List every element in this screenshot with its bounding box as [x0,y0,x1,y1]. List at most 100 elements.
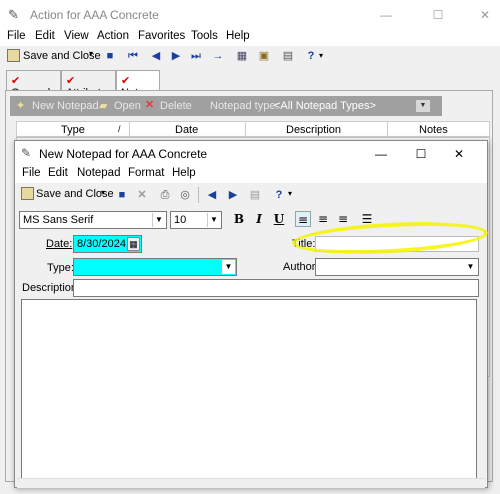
sort-indicator-icon: / [118,124,121,134]
outer-toolbar: Save and Close ▾ ■ ⏮ ◀ ▶ ⏭ → ▦ ▣ ▤ ? ▾ [0,46,500,68]
maximize-button[interactable]: ☐ [431,8,445,22]
font-size-select[interactable]: 10 ▼ [170,211,222,229]
notepad-body-textarea[interactable] [21,299,477,481]
save-close-icon [21,187,34,200]
menu-view[interactable]: View [64,30,89,42]
delete-icon: ✕ [145,99,155,111]
column-notes[interactable]: Notes [419,124,448,136]
help-icon[interactable]: ? [271,187,287,203]
date-label: Date: [46,238,73,250]
menu-tools[interactable]: Tools [191,30,218,42]
align-center-icon[interactable]: ≡ [315,211,331,227]
tab-attributes[interactable]: ✔ Attributes [61,70,116,99]
delete-button[interactable]: Delete [160,100,192,112]
picture-icon[interactable]: ▣ [256,48,272,64]
column-type[interactable]: Type [61,124,85,136]
save-close-icon [7,49,20,62]
minimize-button[interactable]: — [379,8,393,22]
calendar-picker-icon[interactable]: ▦ [127,237,140,251]
chevron-down-icon[interactable]: ▾ [101,188,105,197]
menu-edit[interactable]: Edit [35,30,55,42]
dialog-menu-notepad[interactable]: Notepad [77,167,120,179]
dialog-menu-help[interactable]: Help [172,167,196,179]
italic-button[interactable]: I [251,211,267,227]
description-label: Description: [22,282,81,294]
dialog-title: New Notepad for AAA Concrete [39,147,208,161]
properties-icon[interactable]: ▤ [280,48,296,64]
print-preview-icon[interactable]: ◎ [177,187,193,203]
outer-menu-bar: File Edit View Action Favorites Tools He… [0,30,500,46]
open-folder-icon: ▰ [99,100,108,112]
author-label: Author: [283,261,319,273]
dialog-toolbar: Save and Close ▾ ■ ✕ ⎙ ◎ ◀ ▶ ▤ ? ▾ [15,183,487,207]
help-icon[interactable]: ? [303,48,319,64]
dialog-menu-bar: File Edit Notepad Format Help [15,167,487,183]
dialog-close-button[interactable]: ✕ [452,147,466,161]
save-icon[interactable]: ■ [114,187,130,203]
first-record-icon[interactable]: ⏮ [125,48,141,64]
outer-tabs: ✔ General ✔ Attributes ✔ Notes [0,68,500,99]
align-left-icon[interactable]: ≡ [295,211,311,227]
dialog-maximize-button[interactable]: ☐ [414,147,428,161]
column-date[interactable]: Date [175,124,198,136]
notepad-type-label: Notepad type: [210,100,279,112]
dialog-minimize-button[interactable]: — [374,147,388,161]
bold-button[interactable]: B [231,211,247,227]
chevron-down-icon[interactable]: ▾ [89,49,93,58]
dialog-menu-file[interactable]: File [22,167,41,179]
notepad-icon: ✎ [21,146,32,160]
notepad-toolbar: ✦ New Notepad ▰ Open ✕ Delete Notepad ty… [10,96,442,116]
next-icon[interactable]: ▶ [225,187,241,203]
chevron-down-icon: ▼ [207,213,220,227]
last-record-icon[interactable]: ⏭ [188,48,204,64]
tab-notes[interactable]: ✔ Notes [116,70,160,99]
new-notepad-icon: ✦ [16,100,26,112]
align-right-icon[interactable]: ≡ [335,211,351,227]
underline-button[interactable]: U [271,211,287,227]
type-select[interactable]: ▼ [73,258,237,276]
close-button[interactable]: ✕ [478,8,492,22]
check-icon: ✔ [66,75,76,87]
help-chevron-icon[interactable]: ▾ [319,51,323,60]
column-description[interactable]: Description [286,124,341,136]
check-icon: ✔ [121,75,131,87]
new-notepad-button[interactable]: New Notepad [32,100,99,112]
notepad-type-dropdown-icon[interactable]: ▼ [416,100,430,112]
print-icon[interactable]: ⎙ [157,187,173,203]
type-label: Type: [47,262,74,274]
menu-file[interactable]: File [7,30,26,42]
tab-general[interactable]: ✔ General [6,70,61,99]
font-size-value: 10 [174,214,187,226]
properties-icon[interactable]: ▤ [247,187,263,203]
chevron-down-icon: ▼ [222,260,235,274]
pencil-icon: ✎ [8,7,19,22]
menu-action[interactable]: Action [97,30,129,42]
date-value: 8/30/2024 [77,238,126,250]
dialog-menu-format[interactable]: Format [128,167,164,179]
calendar-icon[interactable]: ▦ [234,48,250,64]
font-select-value: MS Sans Serif [23,214,94,226]
open-button[interactable]: Open [114,100,141,112]
menu-help[interactable]: Help [226,30,250,42]
notepad-type-select[interactable]: <All Notepad Types> [274,100,376,112]
font-select[interactable]: MS Sans Serif ▼ [19,211,167,229]
dialog-menu-edit[interactable]: Edit [48,167,68,179]
save-icon[interactable]: ■ [102,48,118,64]
check-icon: ✔ [11,75,21,87]
notes-grid-header: Type / Date Description Notes [16,121,490,137]
delete-icon[interactable]: ✕ [134,187,150,203]
next-record-icon[interactable]: ▶ [168,48,184,64]
outer-window-title: Action for AAA Concrete [30,8,159,22]
menu-favorites[interactable]: Favorites [138,30,185,42]
dialog-title-bar: ✎ New Notepad for AAA Concrete — ☐ ✕ [15,141,487,167]
outer-title-bar: ✎ Action for AAA Concrete — ☐ ✕ [0,0,500,30]
previous-icon[interactable]: ◀ [204,187,220,203]
goto-arrow-icon[interactable]: → [210,48,226,64]
dialog-status-bar [17,478,485,488]
help-chevron-icon[interactable]: ▾ [288,189,292,198]
chevron-down-icon: ▼ [152,213,165,227]
description-field[interactable] [73,279,479,297]
author-select[interactable]: ▼ [315,258,479,276]
chevron-down-icon: ▼ [466,262,475,271]
previous-record-icon[interactable]: ◀ [148,48,164,64]
